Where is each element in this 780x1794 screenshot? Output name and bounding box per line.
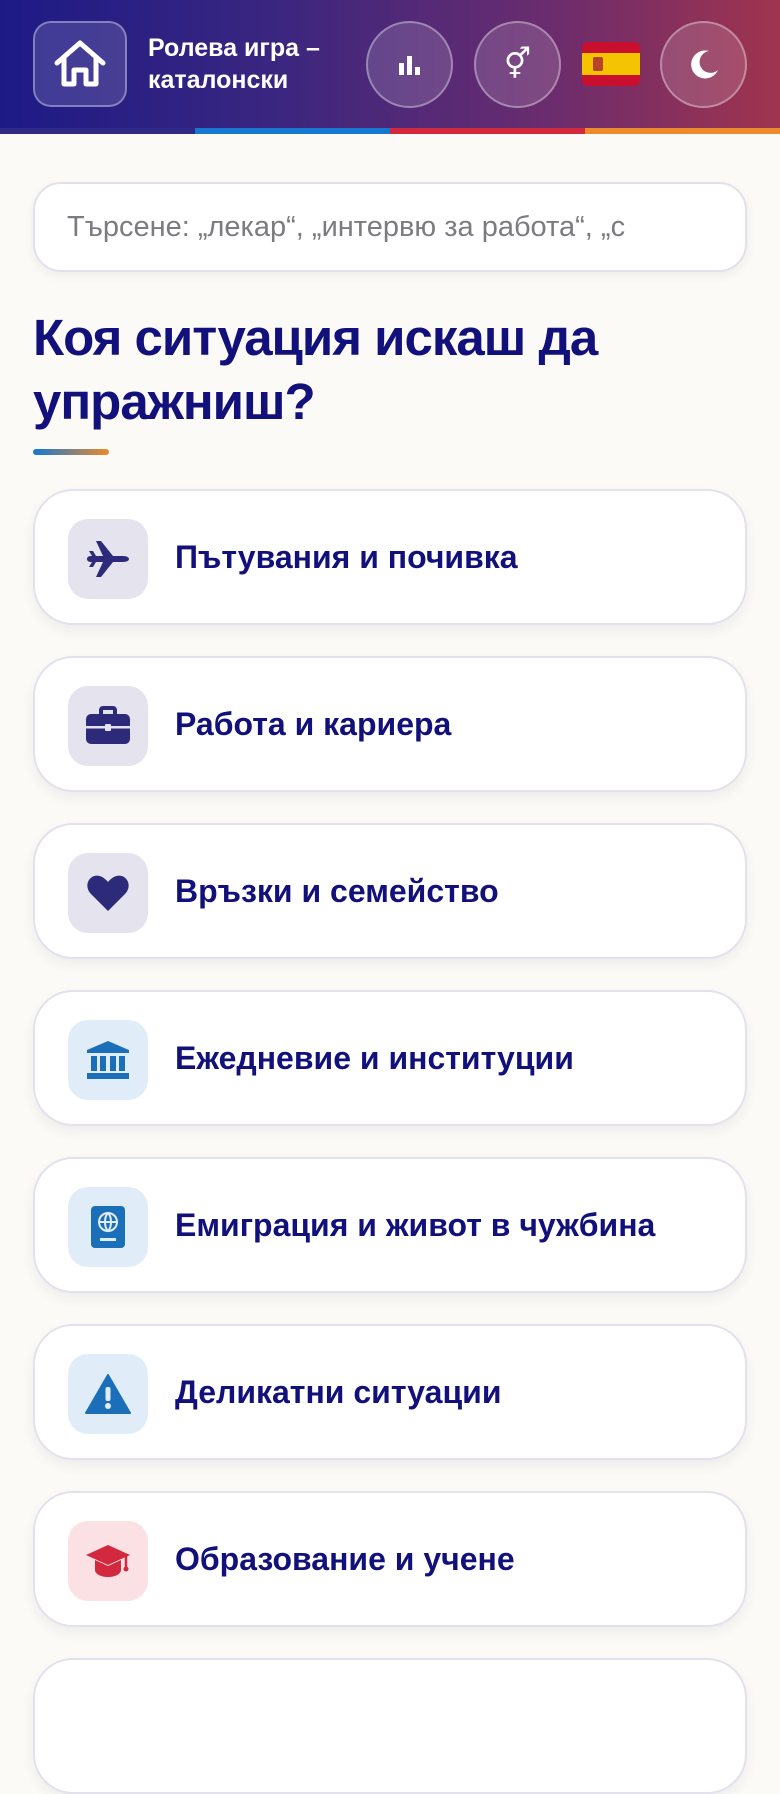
bar-chart-icon (398, 55, 420, 75)
category-label: Ежедневие и институции (175, 1039, 574, 1076)
spain-flag-icon[interactable] (582, 42, 640, 86)
dark-mode-button[interactable] (660, 21, 747, 108)
airplane-icon (87, 541, 129, 577)
gender-icon: ⚥ (503, 48, 532, 81)
stats-button[interactable] (366, 21, 453, 108)
category-label: Емиграция и живот в чужбина (175, 1206, 656, 1243)
graduation-cap-icon (86, 1545, 130, 1577)
moon-icon (690, 49, 718, 78)
home-icon (54, 40, 106, 87)
category-card-work[interactable]: Работа и кариера (33, 656, 747, 792)
category-label: Работа и кариера (175, 705, 452, 742)
gender-button[interactable]: ⚥ (474, 21, 561, 108)
heading-underline (33, 449, 109, 455)
app-title: Ролева игра – каталонски (148, 34, 320, 94)
home-button[interactable] (33, 21, 127, 107)
category-label: Връзки и семейство (175, 872, 499, 909)
app-header: Ролева игра – каталонски ⚥ (0, 0, 780, 134)
category-card-daily-life[interactable]: Ежедневие и институции (33, 990, 747, 1126)
category-card-sensitive[interactable]: Деликатни ситуации (33, 1324, 747, 1460)
category-label: Образование и учене (175, 1540, 515, 1577)
search-input[interactable] (33, 182, 747, 272)
page-heading: Коя ситуация искаш да упражниш? (33, 309, 598, 430)
header-accent-stripe (0, 128, 780, 134)
category-card-emigration[interactable]: Емиграция и живот в чужбина (33, 1157, 747, 1293)
category-card-partial[interactable] (33, 1658, 747, 1794)
category-label: Пътувания и почивка (175, 538, 518, 575)
category-card-education[interactable]: Образование и учене (33, 1491, 747, 1627)
passport-icon (91, 1206, 125, 1248)
heart-icon (87, 875, 129, 911)
category-card-relationships[interactable]: Връзки и семейство (33, 823, 747, 959)
category-card-travel[interactable]: Пътувания и почивка (33, 489, 747, 625)
briefcase-icon (86, 706, 130, 744)
category-label: Деликатни ситуации (175, 1373, 502, 1410)
bank-icon (87, 1041, 129, 1079)
warning-icon (85, 1374, 131, 1414)
